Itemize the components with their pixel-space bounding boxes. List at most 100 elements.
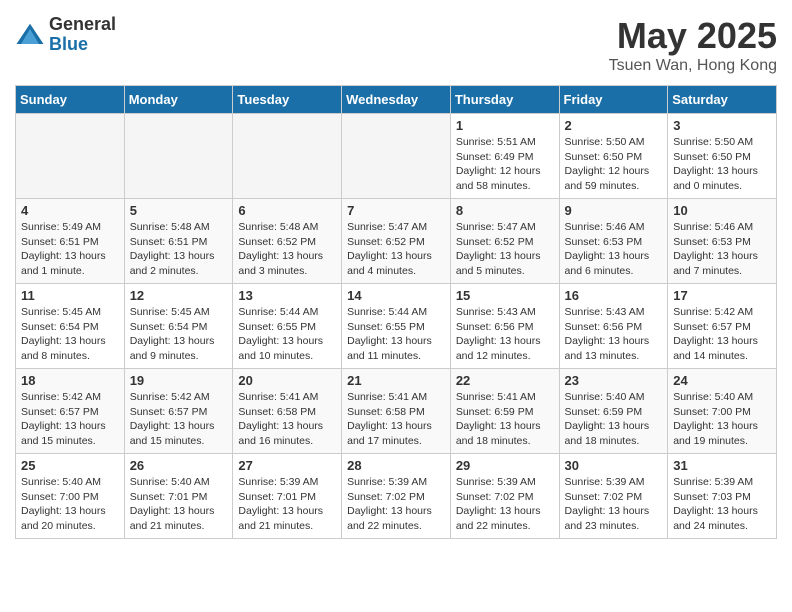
table-row: 16 Sunrise: 5:43 AMSunset: 6:56 PMDayligh…: [559, 284, 668, 369]
day-number: 17: [673, 288, 771, 303]
calendar: SundayMondayTuesdayWednesdayThursdayFrid…: [15, 85, 777, 539]
day-number: 27: [238, 458, 336, 473]
day-number: 30: [565, 458, 663, 473]
weekday-header: Friday: [559, 86, 668, 114]
day-info: Sunrise: 5:45 AMSunset: 6:54 PMDaylight:…: [130, 305, 228, 364]
day-number: 31: [673, 458, 771, 473]
day-info: Sunrise: 5:51 AMSunset: 6:49 PMDaylight:…: [456, 135, 554, 194]
title-block: May 2025 Tsuen Wan, Hong Kong: [609, 15, 777, 75]
day-info: Sunrise: 5:42 AMSunset: 6:57 PMDaylight:…: [673, 305, 771, 364]
day-info: Sunrise: 5:40 AMSunset: 7:00 PMDaylight:…: [673, 390, 771, 449]
day-number: 29: [456, 458, 554, 473]
day-number: 4: [21, 203, 119, 218]
day-info: Sunrise: 5:47 AMSunset: 6:52 PMDaylight:…: [347, 220, 445, 279]
day-number: 12: [130, 288, 228, 303]
table-row: 4Sunrise: 5:49 AMSunset: 6:51 PMDaylight…: [16, 199, 125, 284]
day-number: 18: [21, 373, 119, 388]
day-info: Sunrise: 5:40 AMSunset: 7:01 PMDaylight:…: [130, 475, 228, 534]
day-number: 28: [347, 458, 445, 473]
day-number: 10: [673, 203, 771, 218]
table-row: 8 Sunrise: 5:47 AMSunset: 6:52 PMDaylight…: [450, 199, 559, 284]
calendar-week-row: 25 Sunrise: 5:40 AMSunset: 7:00 PMDayligh…: [16, 454, 777, 539]
day-number: 3: [673, 118, 771, 133]
day-info: Sunrise: 5:39 AMSunset: 7:02 PMDaylight:…: [565, 475, 663, 534]
weekday-header: Wednesday: [342, 86, 451, 114]
day-info: Sunrise: 5:46 AMSunset: 6:53 PMDaylight:…: [673, 220, 771, 279]
table-row: 30 Sunrise: 5:39 AMSunset: 7:02 PMDayligh…: [559, 454, 668, 539]
day-info: Sunrise: 5:41 AMSunset: 6:58 PMDaylight:…: [238, 390, 336, 449]
day-number: 1: [456, 118, 554, 133]
day-number: 26: [130, 458, 228, 473]
table-row: 14Sunrise: 5:44 AMSunset: 6:55 PMDayligh…: [342, 284, 451, 369]
logo-blue: Blue: [49, 35, 116, 55]
day-number: 21: [347, 373, 445, 388]
logo-general: General: [49, 15, 116, 35]
month-title: May 2025: [609, 15, 777, 57]
day-info: Sunrise: 5:50 AMSunset: 6:50 PMDaylight:…: [565, 135, 663, 194]
day-number: 6: [238, 203, 336, 218]
page-header: General Blue May 2025 Tsuen Wan, Hong Ko…: [15, 15, 777, 75]
table-row: 9Sunrise: 5:46 AMSunset: 6:53 PMDaylight…: [559, 199, 668, 284]
table-row: 1 Sunrise: 5:51 AMSunset: 6:49 PMDaylight…: [450, 114, 559, 199]
table-row: 24Sunrise: 5:40 AMSunset: 7:00 PMDayligh…: [668, 369, 777, 454]
weekday-header: Thursday: [450, 86, 559, 114]
day-number: 25: [21, 458, 119, 473]
weekday-header: Sunday: [16, 86, 125, 114]
day-info: Sunrise: 5:40 AMSunset: 6:59 PMDaylight:…: [565, 390, 663, 449]
table-row: 26 Sunrise: 5:40 AMSunset: 7:01 PMDayligh…: [124, 454, 233, 539]
day-info: Sunrise: 5:43 AMSunset: 6:56 PMDaylight:…: [456, 305, 554, 364]
day-number: 8: [456, 203, 554, 218]
day-number: 23: [565, 373, 663, 388]
day-number: 15: [456, 288, 554, 303]
table-row: 5 Sunrise: 5:48 AMSunset: 6:51 PMDaylight…: [124, 199, 233, 284]
day-info: Sunrise: 5:46 AMSunset: 6:53 PMDaylight:…: [565, 220, 663, 279]
day-number: 20: [238, 373, 336, 388]
table-row: 18 Sunrise: 5:42 AMSunset: 6:57 PMDayligh…: [16, 369, 125, 454]
logo-icon: [15, 20, 45, 50]
day-info: Sunrise: 5:39 AMSunset: 7:01 PMDaylight:…: [238, 475, 336, 534]
table-row: 22Sunrise: 5:41 AMSunset: 6:59 PMDayligh…: [450, 369, 559, 454]
table-row: [233, 114, 342, 199]
weekday-header-row: SundayMondayTuesdayWednesdayThursdayFrid…: [16, 86, 777, 114]
day-info: Sunrise: 5:43 AMSunset: 6:56 PMDaylight:…: [565, 305, 663, 364]
table-row: 20 Sunrise: 5:41 AMSunset: 6:58 PMDayligh…: [233, 369, 342, 454]
table-row: 12 Sunrise: 5:45 AMSunset: 6:54 PMDayligh…: [124, 284, 233, 369]
table-row: 21 Sunrise: 5:41 AMSunset: 6:58 PMDayligh…: [342, 369, 451, 454]
table-row: 27 Sunrise: 5:39 AMSunset: 7:01 PMDayligh…: [233, 454, 342, 539]
table-row: 25 Sunrise: 5:40 AMSunset: 7:00 PMDayligh…: [16, 454, 125, 539]
calendar-week-row: 11Sunrise: 5:45 AMSunset: 6:54 PMDayligh…: [16, 284, 777, 369]
weekday-header: Tuesday: [233, 86, 342, 114]
table-row: 2 Sunrise: 5:50 AMSunset: 6:50 PMDaylight…: [559, 114, 668, 199]
day-number: 16: [565, 288, 663, 303]
table-row: 6Sunrise: 5:48 AMSunset: 6:52 PMDaylight…: [233, 199, 342, 284]
logo-text: General Blue: [49, 15, 116, 55]
day-info: Sunrise: 5:42 AMSunset: 6:57 PMDaylight:…: [21, 390, 119, 449]
day-info: Sunrise: 5:40 AMSunset: 7:00 PMDaylight:…: [21, 475, 119, 534]
day-number: 5: [130, 203, 228, 218]
weekday-header: Monday: [124, 86, 233, 114]
day-number: 22: [456, 373, 554, 388]
table-row: 3 Sunrise: 5:50 AMSunset: 6:50 PMDaylight…: [668, 114, 777, 199]
day-info: Sunrise: 5:39 AMSunset: 7:02 PMDaylight:…: [347, 475, 445, 534]
day-info: Sunrise: 5:47 AMSunset: 6:52 PMDaylight:…: [456, 220, 554, 279]
weekday-header: Saturday: [668, 86, 777, 114]
day-info: Sunrise: 5:41 AMSunset: 6:58 PMDaylight:…: [347, 390, 445, 449]
table-row: 17 Sunrise: 5:42 AMSunset: 6:57 PMDayligh…: [668, 284, 777, 369]
calendar-week-row: 4Sunrise: 5:49 AMSunset: 6:51 PMDaylight…: [16, 199, 777, 284]
table-row: [342, 114, 451, 199]
day-info: Sunrise: 5:45 AMSunset: 6:54 PMDaylight:…: [21, 305, 119, 364]
table-row: 23 Sunrise: 5:40 AMSunset: 6:59 PMDayligh…: [559, 369, 668, 454]
day-info: Sunrise: 5:42 AMSunset: 6:57 PMDaylight:…: [130, 390, 228, 449]
day-number: 13: [238, 288, 336, 303]
table-row: 29Sunrise: 5:39 AMSunset: 7:02 PMDayligh…: [450, 454, 559, 539]
day-info: Sunrise: 5:48 AMSunset: 6:51 PMDaylight:…: [130, 220, 228, 279]
table-row: 11Sunrise: 5:45 AMSunset: 6:54 PMDayligh…: [16, 284, 125, 369]
day-number: 14: [347, 288, 445, 303]
day-number: 19: [130, 373, 228, 388]
day-info: Sunrise: 5:50 AMSunset: 6:50 PMDaylight:…: [673, 135, 771, 194]
location: Tsuen Wan, Hong Kong: [609, 57, 777, 75]
table-row: 15 Sunrise: 5:43 AMSunset: 6:56 PMDayligh…: [450, 284, 559, 369]
day-number: 2: [565, 118, 663, 133]
table-row: 31Sunrise: 5:39 AMSunset: 7:03 PMDayligh…: [668, 454, 777, 539]
table-row: [124, 114, 233, 199]
